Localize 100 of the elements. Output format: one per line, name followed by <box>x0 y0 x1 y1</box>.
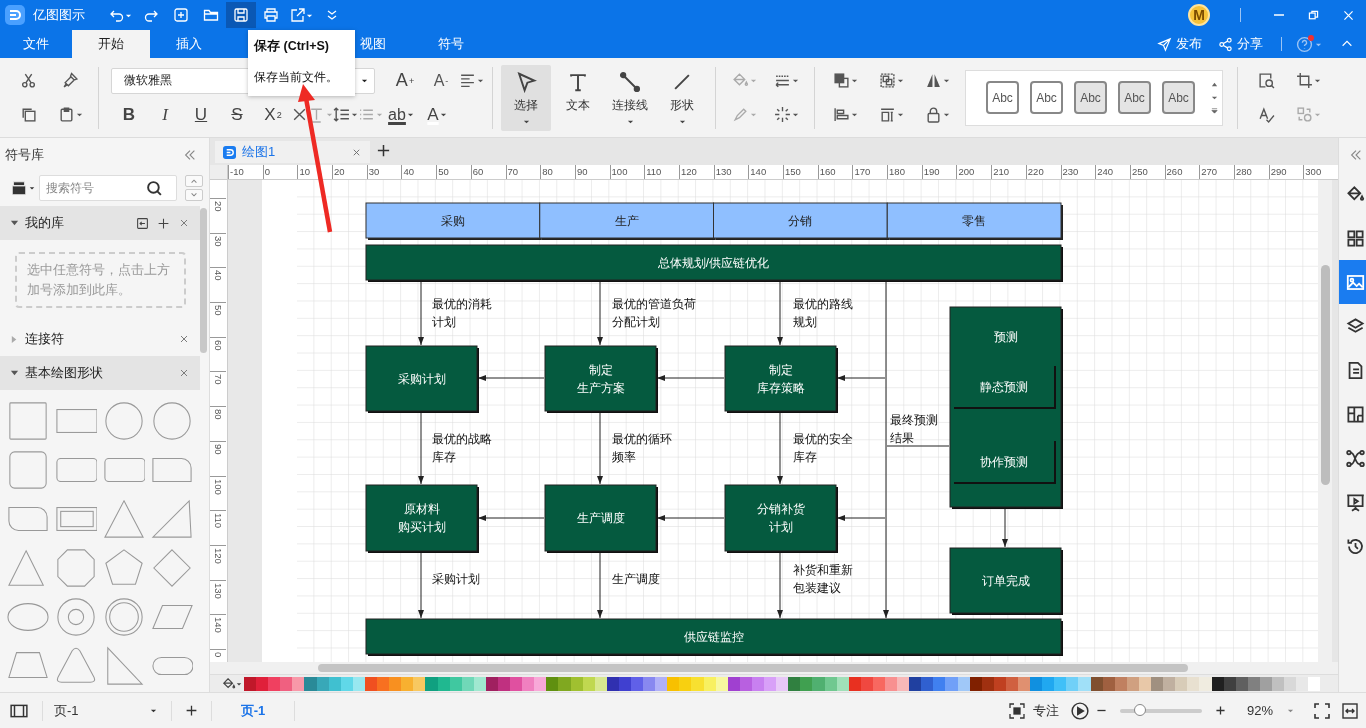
ruler-label: 220 <box>1025 165 1061 179</box>
edge-label: 规划 <box>793 315 817 329</box>
ruler-label: 40 <box>401 165 437 179</box>
ruler-label: 230 <box>1060 165 1096 179</box>
menu-tab[interactable]: 插入 <box>150 30 228 58</box>
ruler-label: 20 <box>332 165 367 179</box>
focus-button[interactable]: 专注 <box>1008 701 1059 720</box>
node-label: 购买计划 <box>397 520 446 534</box>
font-color-button[interactable]: A <box>419 100 455 129</box>
ruler-label: 160 <box>817 165 853 179</box>
lane-header: 生产 <box>539 202 716 240</box>
node-label: 制定 <box>768 362 793 377</box>
ruler-label: 190 <box>921 165 957 179</box>
section-header[interactable]: 我的库 <box>0 206 200 240</box>
edge-label: 分配计划 <box>612 315 660 329</box>
ruler-label: 60 <box>470 165 506 179</box>
style-preset[interactable]: Abc <box>1030 81 1063 114</box>
lane-header: 分销 <box>713 202 890 240</box>
node-label: 采购计划 <box>397 371 446 386</box>
superscript-button[interactable]: X$^{2}$ <box>255 100 291 129</box>
ruler-label: 30 <box>210 232 226 268</box>
style-preset[interactable]: Abc <box>1162 81 1195 114</box>
ruler-label: 90 <box>210 440 226 476</box>
edge-label: 频率 <box>612 450 636 464</box>
ruler-label: 110 <box>210 510 226 545</box>
edge-label: 最优的循环 <box>612 432 672 446</box>
share-button[interactable]: 分享 <box>1218 30 1263 58</box>
node-label: 静态预测 <box>979 380 1028 394</box>
menu-tab[interactable]: 符号 <box>412 30 490 58</box>
ruler-label: 60 <box>210 336 226 372</box>
edge-label: 库存 <box>432 450 456 464</box>
node-label: 原材料 <box>403 502 440 516</box>
node-label: 制定 <box>588 362 613 377</box>
edge-label: 补货和重新 <box>793 563 853 577</box>
section-header[interactable]: 基本绘图形状 <box>0 356 200 390</box>
menu-tab[interactable]: 文件 <box>0 30 72 58</box>
ruler-label: 100 <box>609 165 645 179</box>
ruler-label: 0 <box>262 165 298 179</box>
ruler-label: 20 <box>210 198 226 233</box>
strikethrough-button[interactable]: S <box>219 100 255 129</box>
tool-button[interactable]: 连接线 <box>605 64 655 131</box>
ruler-label: 70 <box>505 165 541 179</box>
edge-label: 最优的消耗 <box>432 297 492 311</box>
panel-title: 符号库 <box>5 146 44 164</box>
ruler-label: 250 <box>1129 165 1165 179</box>
node-label: 分销补货 <box>756 502 805 516</box>
highlight-button[interactable]: ab <box>383 100 419 129</box>
ruler-label: 10 <box>297 165 333 179</box>
grow-font-button[interactable]: A$^{+}$ <box>387 66 423 95</box>
ruler-label: 50 <box>210 302 226 337</box>
lane-header: 采购 <box>365 202 542 240</box>
ruler-label: 50 <box>436 165 471 179</box>
node-label: 协作预测 <box>979 455 1028 469</box>
ruler-label: 270 <box>1199 165 1234 179</box>
tooltip: 保存 (Ctrl+S) 保存当前文件。 <box>248 30 355 96</box>
node-label: 订单完成 <box>981 573 1030 588</box>
page-tab[interactable]: 页-1 <box>212 701 294 720</box>
edge-label: 计划 <box>432 315 456 329</box>
document-tab[interactable]: 绘图1 <box>215 141 370 163</box>
underline-button[interactable]: U <box>183 100 219 129</box>
node-label: 总体规划/供应链优化 <box>657 255 770 270</box>
edge-label: 最终预测 <box>890 413 938 427</box>
search-field[interactable]: 搜索符号 <box>39 175 177 201</box>
edge-label: 包装建议 <box>793 581 841 595</box>
ruler-label: 90 <box>574 165 610 179</box>
ruler-label: 120 <box>210 544 226 580</box>
user-avatar[interactable]: M <box>1188 4 1210 26</box>
tool-button[interactable]: 选择 <box>501 64 551 131</box>
ruler-label: 240 <box>1095 165 1130 179</box>
node-label: 供应链监控 <box>683 629 744 644</box>
lane-header: 零售 <box>886 202 1063 240</box>
menu-tab[interactable]: 开始 <box>72 30 150 58</box>
ruler-label: 140 <box>210 614 226 649</box>
style-preset[interactable]: Abc <box>1074 81 1107 114</box>
edge-label: 最优的战略 <box>432 432 492 446</box>
ruler-label: 120 <box>678 165 714 179</box>
search-input[interactable]: 搜索符号 <box>46 181 146 195</box>
edge-label: 生产调度 <box>612 572 660 586</box>
zoom-dropdown[interactable]: 92% <box>1246 703 1294 718</box>
empty-library-hint: 选中任意符号，点击上方加号添加到此库。 <box>15 252 186 308</box>
page-dropdown[interactable]: 页-1 <box>49 698 165 723</box>
app-title: 亿图图示 <box>33 6 85 24</box>
edge-label: 最优的路线 <box>793 297 853 311</box>
section-header[interactable]: 连接符 <box>0 322 200 356</box>
ruler-label: 80 <box>210 406 226 441</box>
tool-button[interactable]: 形状 <box>657 64 707 131</box>
tool-button[interactable]: 文本 <box>553 64 603 131</box>
publish-button[interactable]: 发布 <box>1157 30 1202 58</box>
edge-label: 采购计划 <box>432 572 480 586</box>
ruler-label: 40 <box>210 267 226 303</box>
node-label: 库存策略 <box>756 380 805 395</box>
style-preset[interactable]: Abc <box>1118 81 1151 114</box>
node-label: 生产方案 <box>576 380 625 395</box>
ruler-label: 260 <box>1164 165 1200 179</box>
ruler-label: 290 <box>1268 165 1304 179</box>
edge-label: 最优的安全 <box>793 432 853 446</box>
italic-button[interactable]: I <box>147 100 183 129</box>
ruler-label: 130 <box>713 165 749 179</box>
style-preset[interactable]: Abc <box>986 81 1019 114</box>
bold-button[interactable]: B <box>111 100 147 129</box>
